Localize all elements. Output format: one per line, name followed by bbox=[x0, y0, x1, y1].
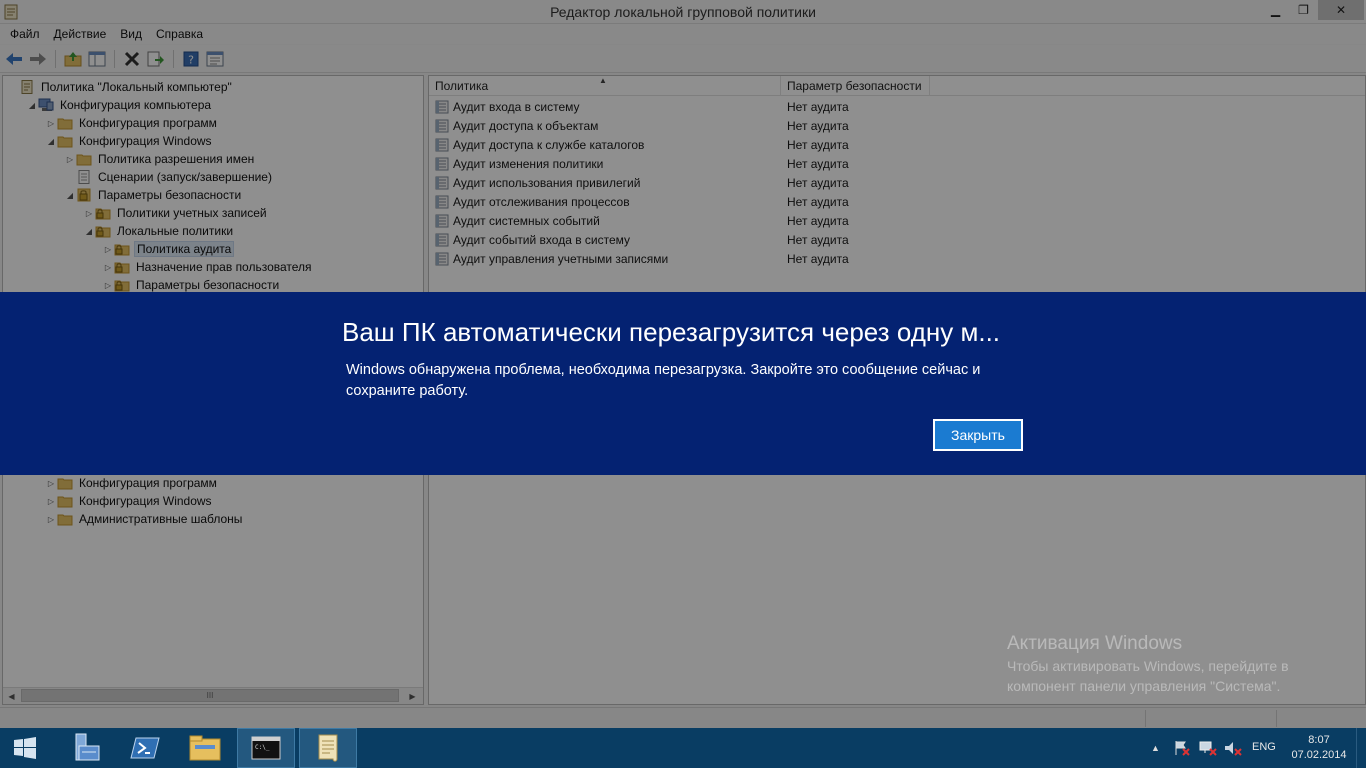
command-prompt-icon: C:\_ bbox=[251, 736, 281, 760]
taskbar: C:\_ ▲ ENG 8:07 07.02.2014 bbox=[0, 728, 1366, 768]
group-policy-editor-button[interactable] bbox=[299, 728, 357, 768]
clock-time: 8:07 bbox=[1308, 734, 1330, 746]
flag-warning-icon bbox=[1175, 741, 1190, 756]
activation-title: Активация Windows bbox=[1007, 633, 1183, 654]
file-explorer-button[interactable] bbox=[176, 728, 234, 768]
start-button[interactable] bbox=[0, 728, 50, 768]
powershell-icon bbox=[130, 737, 160, 759]
server-manager-icon bbox=[75, 733, 100, 761]
server-manager-button[interactable] bbox=[54, 728, 112, 768]
tray-overflow-button[interactable]: ▲ bbox=[1151, 728, 1160, 768]
activation-text: Чтобы активировать Windows, перейдите в … bbox=[1007, 658, 1289, 694]
restart-notification-banner: Ваш ПК автоматически перезагрузится чере… bbox=[0, 292, 1366, 475]
input-language-indicator[interactable]: ENG bbox=[1252, 741, 1276, 753]
windows-logo-icon bbox=[14, 737, 36, 759]
system-clock[interactable]: 8:07 07.02.2014 bbox=[1288, 733, 1350, 763]
clock-date: 07.02.2014 bbox=[1291, 749, 1347, 761]
network-disconnected-icon bbox=[1199, 741, 1217, 756]
chevron-up-icon: ▲ bbox=[1151, 743, 1160, 753]
restart-message: Windows обнаружена проблема, необходима … bbox=[346, 362, 981, 399]
show-desktop-button[interactable] bbox=[1356, 728, 1366, 768]
activation-watermark: Активация Windows Чтобы активировать Win… bbox=[1007, 633, 1337, 696]
command-prompt-button[interactable]: C:\_ bbox=[237, 728, 295, 768]
restart-heading: Ваш ПК автоматически перезагрузится чере… bbox=[342, 317, 1001, 347]
svg-text:C:\_: C:\_ bbox=[255, 744, 270, 751]
network-tray[interactable] bbox=[1199, 728, 1217, 768]
group-policy-editor-icon bbox=[318, 734, 338, 762]
speaker-muted-icon bbox=[1225, 742, 1242, 756]
powershell-button[interactable] bbox=[116, 728, 174, 768]
volume-tray[interactable] bbox=[1224, 728, 1242, 768]
close-notification-button[interactable]: Закрыть bbox=[933, 419, 1023, 451]
file-explorer-icon bbox=[189, 735, 221, 761]
action-center-tray[interactable] bbox=[1174, 728, 1190, 768]
